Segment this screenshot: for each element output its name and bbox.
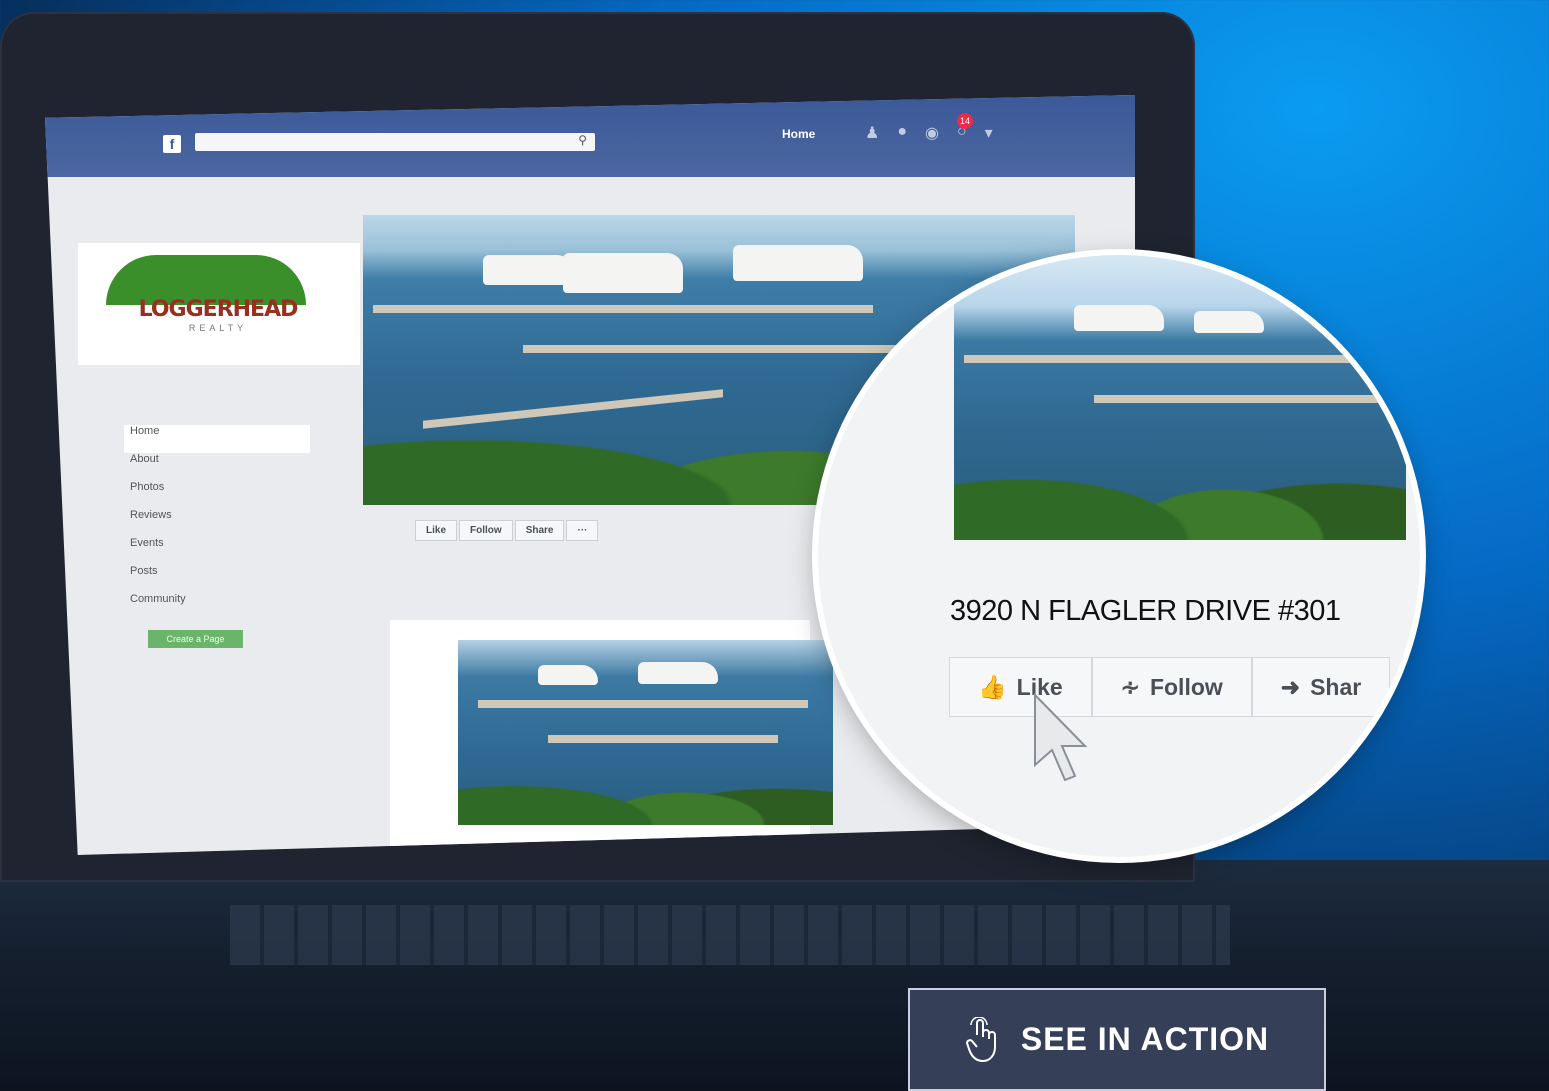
- dock: [478, 700, 808, 708]
- cta-label: SEE IN ACTION: [1020, 1021, 1270, 1057]
- dock: [373, 305, 873, 313]
- listing-address: 3920 N FLAGLER DRIVE #301: [950, 595, 1341, 627]
- search-icon[interactable]: ⚲: [578, 133, 587, 147]
- brand-name: LOGGERHEAD: [138, 297, 299, 322]
- brand-subtitle: REALTY: [188, 323, 248, 333]
- like-button[interactable]: Like: [415, 520, 458, 541]
- page-action-bar: Like Follow Share ···: [415, 520, 599, 541]
- magnified-cover-photo: [954, 255, 1406, 540]
- yacht: [1194, 311, 1264, 333]
- yacht: [563, 253, 683, 293]
- dock: [523, 345, 923, 353]
- palm-trees: [954, 400, 1406, 540]
- side-nav-photos[interactable]: Photos: [130, 481, 310, 509]
- side-nav-posts[interactable]: Posts: [130, 565, 310, 593]
- side-nav-about[interactable]: About: [130, 453, 310, 481]
- magnified-callout: 3920 N FLAGLER DRIVE #301 👍 Like ∻ Follo…: [818, 255, 1420, 857]
- yacht: [538, 665, 598, 685]
- page-side-nav: Home About Photos Reviews Events Posts C…: [124, 425, 310, 621]
- mouse-pointer-icon: [1034, 692, 1088, 782]
- magnified-share-button[interactable]: ➜ Shar: [1251, 657, 1391, 717]
- notifications-icon[interactable]: ◉: [925, 123, 939, 143]
- rss-icon: ∻: [1120, 673, 1140, 700]
- tap-hand-icon: [965, 1016, 996, 1062]
- yacht: [483, 255, 573, 285]
- yacht: [1074, 305, 1164, 331]
- create-page-button[interactable]: Create a Page: [148, 630, 243, 648]
- friends-icon[interactable]: ♟: [865, 123, 879, 143]
- yacht: [733, 245, 863, 281]
- page-profile-picture[interactable]: LOGGERHEAD REALTY: [78, 243, 360, 365]
- yacht: [638, 662, 718, 684]
- chevron-down-icon[interactable]: ▾: [985, 123, 993, 143]
- follow-label: Follow: [1149, 673, 1223, 700]
- magnified-action-bar: 👍 Like ∻ Follow ➜ Shar: [949, 657, 1391, 717]
- side-nav-events[interactable]: Events: [130, 537, 310, 565]
- magnified-follow-button[interactable]: ∻ Follow: [1091, 657, 1252, 717]
- side-nav-community[interactable]: Community: [130, 593, 310, 621]
- side-nav-home[interactable]: Home: [124, 425, 310, 453]
- more-button[interactable]: ···: [566, 520, 599, 541]
- follow-button[interactable]: Follow: [459, 520, 513, 541]
- messenger-icon[interactable]: ●: [897, 123, 907, 143]
- dock: [964, 355, 1384, 363]
- search-input[interactable]: ⚲: [195, 133, 595, 151]
- share-button[interactable]: Share: [514, 520, 565, 541]
- top-bar-icons: ♟ ● ◉ ○ ▾: [865, 123, 993, 143]
- notification-badge: 14: [957, 113, 973, 129]
- see-in-action-button[interactable]: SEE IN ACTION: [908, 988, 1326, 1091]
- palm-trees: [458, 735, 833, 825]
- thumbs-up-icon: 👍: [978, 673, 1007, 700]
- facebook-logo-icon[interactable]: f: [163, 135, 181, 153]
- post-photo[interactable]: [458, 640, 833, 825]
- share-label: Shar: [1310, 673, 1362, 700]
- share-arrow-icon: ➜: [1280, 673, 1301, 700]
- side-nav-reviews[interactable]: Reviews: [130, 509, 310, 537]
- nav-home-link[interactable]: Home: [782, 127, 815, 141]
- laptop-keyboard: [230, 905, 1230, 965]
